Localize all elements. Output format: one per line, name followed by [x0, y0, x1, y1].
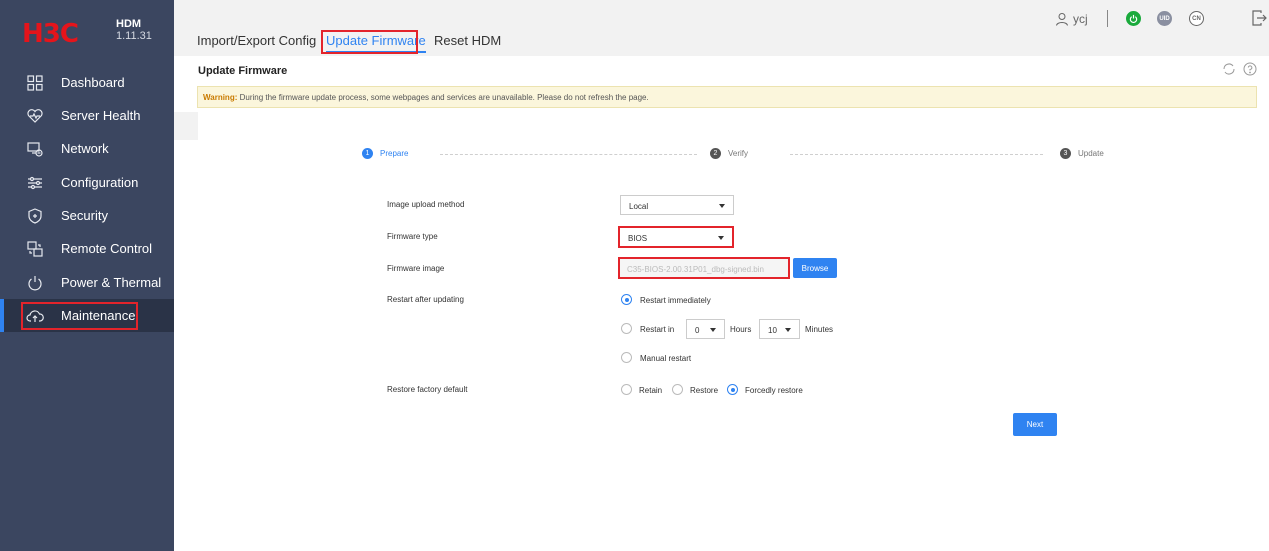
dashboard-icon [27, 75, 43, 91]
chevron-down-icon [785, 328, 791, 332]
sidebar-item-server-health[interactable]: Server Health [0, 99, 174, 132]
upload-method-value: Local [629, 202, 649, 211]
sidebar-item-label: Network [61, 141, 109, 156]
next-button[interactable]: Next [1013, 413, 1057, 436]
header-divider [1107, 10, 1108, 27]
heart-icon [27, 109, 43, 123]
firmware-type-label: Firmware type [387, 232, 438, 241]
topbar: Import/Export Config Update Firmware Res… [174, 0, 1269, 56]
panel-gutter [174, 112, 198, 140]
minutes-select[interactable]: 10 [759, 319, 800, 339]
app: H3C HDM 1.11.31 Dashboard Server Health … [0, 0, 1269, 551]
sidebar-item-remote-control[interactable]: Remote Control [0, 232, 174, 265]
browse-button[interactable]: Browse [793, 258, 837, 278]
sidebar-item-power-thermal[interactable]: Power & Thermal [0, 266, 174, 299]
minutes-label: Minutes [805, 325, 834, 334]
manual-restart-label: Manual restart [640, 354, 692, 363]
language-icon[interactable]: CN [1189, 11, 1204, 26]
logo-mark: H3C [22, 19, 79, 49]
step-update: 3 Update [1060, 148, 1104, 159]
upload-method-label: Image upload method [387, 200, 465, 209]
restart-label: Restart after updating [387, 295, 464, 304]
hours-select[interactable]: 0 [686, 319, 725, 339]
power-status-icon[interactable] [1126, 11, 1141, 26]
cloud-upload-icon [26, 310, 44, 322]
firmware-type-value: BIOS [628, 234, 648, 243]
product-version: 1.11.31 [116, 30, 152, 42]
forcedly-restore-radio[interactable] [727, 384, 738, 395]
panel-title: Update Firmware [198, 65, 288, 77]
step-label: Update [1078, 149, 1104, 158]
sidebar-item-security[interactable]: Security [0, 199, 174, 232]
sidebar-item-maintenance[interactable]: Maintenance [0, 299, 174, 332]
power-icon [28, 276, 42, 291]
restore-radio[interactable] [672, 384, 683, 395]
logo: H3C HDM 1.11.31 [22, 18, 172, 48]
hours-label: Hours [730, 325, 752, 334]
tab-update-firmware[interactable]: Update Firmware [326, 33, 426, 53]
sliders-icon [28, 176, 42, 190]
step-connector [790, 154, 1043, 155]
firmware-image-value: C35-BIOS-2.00.31P01_dbg-signed.bin [627, 265, 764, 274]
refresh-icon[interactable] [1222, 62, 1236, 76]
firmware-image-label: Firmware image [387, 264, 445, 273]
step-number: 2 [710, 148, 721, 159]
logout-icon[interactable] [1251, 9, 1267, 27]
tab-reset-hdm[interactable]: Reset HDM [434, 33, 501, 48]
manual-restart-radio[interactable] [621, 352, 632, 363]
sidebar-item-label: Security [61, 208, 108, 223]
sidebar: H3C HDM 1.11.31 Dashboard Server Health … [0, 0, 174, 551]
warning-banner: Warning: During the firmware update proc… [197, 86, 1257, 108]
step-label: Prepare [380, 149, 409, 158]
upload-method-select[interactable]: Local [620, 195, 734, 215]
step-prepare: 1 Prepare [362, 148, 408, 159]
retain-label: Retain [639, 386, 663, 395]
network-icon [27, 142, 43, 157]
hours-value: 0 [695, 326, 700, 335]
help-icon[interactable] [1243, 62, 1257, 76]
restart-immediately-label: Restart immediately [640, 296, 711, 305]
step-verify: 2 Verify [710, 148, 748, 159]
sidebar-item-label: Remote Control [61, 241, 153, 256]
sidebar-item-network[interactable]: Network [0, 132, 174, 165]
step-number: 3 [1060, 148, 1071, 159]
user-icon[interactable] [1055, 12, 1069, 26]
language-icon-label: CN [1192, 15, 1201, 22]
chevron-down-icon [719, 204, 725, 208]
step-number: 1 [362, 148, 373, 159]
shield-icon [28, 208, 42, 224]
sidebar-item-label: Maintenance [61, 308, 136, 323]
step-connector [440, 154, 697, 155]
firmware-image-field[interactable]: C35-BIOS-2.00.31P01_dbg-signed.bin [618, 257, 790, 279]
main-panel: Update Firmware Warning: During the firm… [174, 56, 1269, 551]
minutes-value: 10 [768, 326, 777, 335]
username[interactable]: ycj [1073, 12, 1088, 26]
step-label: Verify [728, 149, 749, 158]
restore-option-label: Restore [690, 386, 719, 395]
sidebar-item-configuration[interactable]: Configuration [0, 166, 174, 199]
tab-import-export-config[interactable]: Import/Export Config [197, 33, 316, 48]
chevron-down-icon [718, 236, 724, 240]
sidebar-item-label: Server Health [61, 108, 141, 123]
warning-label: Warning: [203, 93, 238, 102]
uid-icon-label: UID [1159, 15, 1170, 22]
restart-in-label: Restart in [640, 325, 675, 334]
chevron-down-icon [710, 328, 716, 332]
restart-immediately-radio[interactable] [621, 294, 632, 305]
retain-radio[interactable] [621, 384, 632, 395]
product-name: HDM [116, 18, 142, 30]
sidebar-item-dashboard[interactable]: Dashboard [0, 66, 174, 99]
uid-icon[interactable]: UID [1157, 11, 1172, 26]
sidebar-item-label: Configuration [61, 175, 139, 190]
restart-in-radio[interactable] [621, 323, 632, 334]
remote-icon [27, 241, 43, 257]
firmware-type-select[interactable]: BIOS [618, 226, 734, 248]
restore-label: Restore factory default [387, 385, 468, 394]
sidebar-item-label: Dashboard [61, 75, 125, 90]
sidebar-item-label: Power & Thermal [61, 275, 162, 290]
forcedly-restore-label: Forcedly restore [745, 386, 803, 395]
warning-text: During the firmware update process, some… [237, 93, 649, 102]
